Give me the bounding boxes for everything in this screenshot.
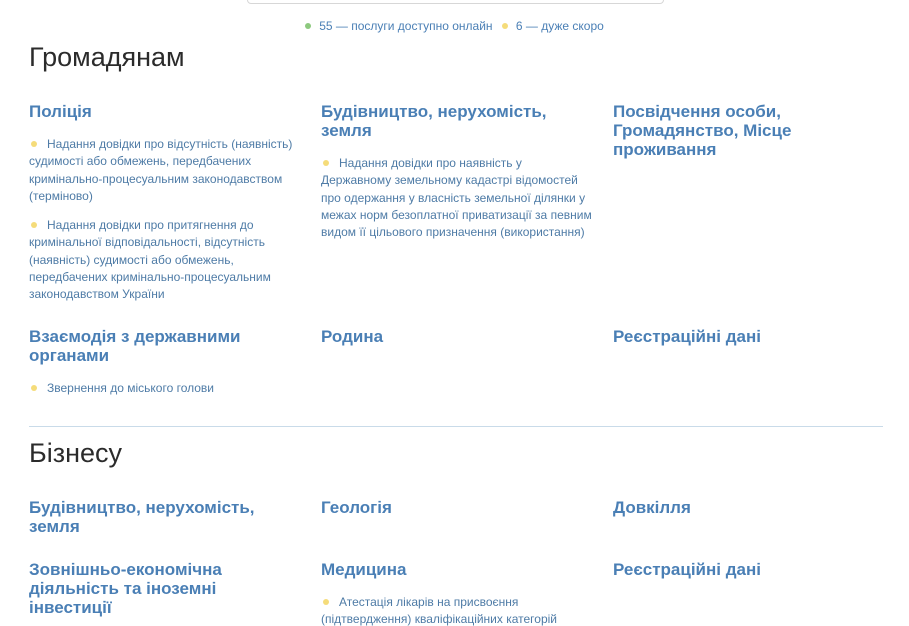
category-geology: Геологія	[321, 498, 593, 517]
category-environment: Довкілля	[613, 498, 885, 517]
online-status-dot-icon	[305, 22, 312, 29]
category-identity: Посвідчення особи, Громадянство, Місце п…	[613, 102, 885, 159]
service-label: Надання довідки про відсутність (наявніс…	[29, 137, 293, 203]
category-family: Родина	[321, 327, 593, 346]
legend-online-text: 55 — послуги доступно онлайн	[319, 19, 493, 33]
soon-dot-icon	[31, 222, 37, 229]
category-government-interaction: Взаємодія з державними органами Зверненн…	[29, 327, 301, 397]
category-registration-data: Реєстраційні дані	[613, 327, 885, 346]
category-title-police[interactable]: Поліція	[29, 102, 301, 121]
service-item[interactable]: Звернення до міського голови	[29, 380, 301, 397]
category-title-medicine[interactable]: Медицина	[321, 560, 593, 579]
section-title-business: Бізнесу	[29, 438, 123, 468]
category-title-business-construction[interactable]: Будівництво, нерухомість, земля	[29, 498, 301, 536]
service-item[interactable]: Надання довідки про відсутність (наявніс…	[29, 136, 301, 205]
category-foreign-economic: Зовнішньо-економічна діяльність та інозе…	[29, 560, 301, 617]
soon-dot-icon	[31, 385, 37, 391]
service-label: Атестація лікарів на присвоєння (підтвер…	[321, 595, 558, 626]
category-title-environment[interactable]: Довкілля	[613, 498, 885, 517]
category-title-government-interaction[interactable]: Взаємодія з державними органами	[29, 327, 301, 365]
service-item[interactable]: Надання довідки про наявність у Державно…	[321, 155, 593, 241]
category-title-registration-data[interactable]: Реєстраційні дані	[613, 327, 885, 346]
category-medicine: Медицина Атестація лікарів на присвоєння…	[321, 560, 593, 626]
section-title-citizens: Громадянам	[29, 42, 185, 72]
category-title-construction[interactable]: Будівництво, нерухомість, земля	[321, 102, 593, 140]
category-business-construction: Будівництво, нерухомість, земля	[29, 498, 301, 536]
service-item[interactable]: Надання довідки про притягнення до кримі…	[29, 217, 301, 303]
category-title-business-registration-data[interactable]: Реєстраційні дані	[613, 560, 885, 579]
legend-soon-text: 6 — дуже скоро	[515, 19, 604, 33]
category-business-registration-data: Реєстраційні дані	[613, 560, 885, 579]
soon-dot-icon	[31, 141, 37, 147]
section-divider	[29, 426, 883, 427]
category-police: Поліція Надання довідки про відсутність …	[29, 102, 301, 304]
services-legend: 55 — послуги доступно онлайн 6 — дуже ск…	[0, 19, 909, 33]
service-label: Надання довідки про наявність у Державно…	[321, 156, 592, 240]
category-title-foreign-economic[interactable]: Зовнішньо-економічна діяльність та інозе…	[29, 560, 301, 617]
soon-dot-icon	[323, 160, 329, 166]
category-construction: Будівництво, нерухомість, земля Надання …	[321, 102, 593, 241]
service-item[interactable]: Атестація лікарів на присвоєння (підтвер…	[321, 594, 593, 626]
service-label: Звернення до міського голови	[47, 381, 214, 395]
category-title-geology[interactable]: Геологія	[321, 498, 593, 517]
soon-status-dot-icon	[501, 22, 508, 29]
soon-dot-icon	[323, 599, 329, 605]
service-label: Надання довідки про притягнення до кримі…	[29, 218, 271, 302]
category-title-identity[interactable]: Посвідчення особи, Громадянство, Місце п…	[613, 102, 885, 159]
search-input[interactable]	[247, 0, 664, 4]
category-title-family[interactable]: Родина	[321, 327, 593, 346]
